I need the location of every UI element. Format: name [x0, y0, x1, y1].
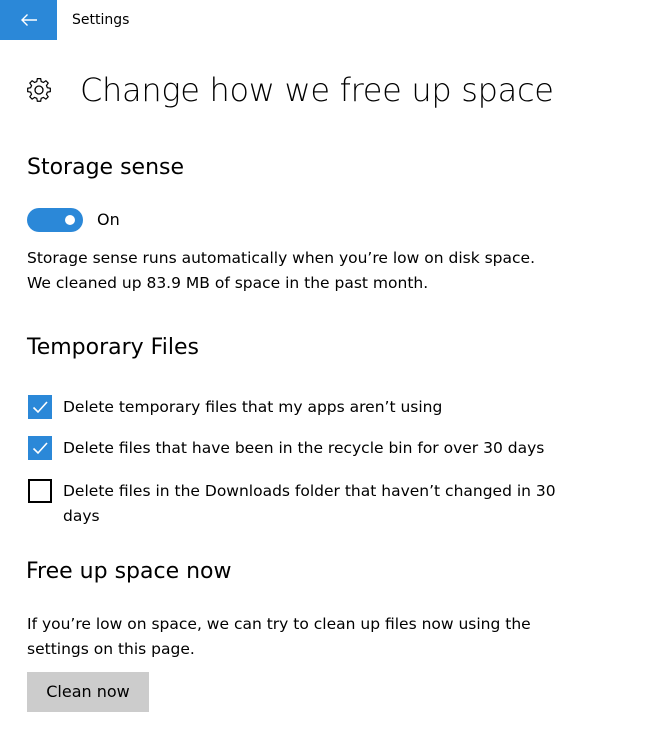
storage-sense-heading: Storage sense — [27, 155, 185, 180]
option-label: Delete files that have been in the recyc… — [63, 439, 545, 457]
option-delete-downloads[interactable]: Delete files in the Downloads folder tha… — [28, 479, 593, 529]
checkbox-unchecked[interactable] — [28, 479, 52, 503]
back-button[interactable] — [0, 0, 57, 40]
storage-sense-toggle[interactable] — [27, 208, 83, 232]
toggle-state-label: On — [97, 210, 120, 229]
free-up-description-line: If you’re low on space, we can try to cl… — [27, 615, 531, 633]
option-delete-temp-files[interactable]: Delete temporary files that my apps aren… — [28, 395, 603, 420]
checkbox-checked[interactable] — [28, 395, 52, 419]
temporary-files-heading: Temporary Files — [27, 335, 199, 360]
storage-sense-description: Storage sense runs automatically when yo… — [27, 246, 627, 296]
storage-sense-description-line: Storage sense runs automatically when yo… — [27, 249, 536, 267]
checkmark-icon — [32, 442, 48, 455]
cleaned-up-summary: We cleaned up 83.9 MB of space in the pa… — [27, 274, 429, 292]
option-label: Delete files in the Downloads folder tha… — [63, 482, 556, 525]
gear-icon — [26, 77, 52, 103]
page-title: Change how we free up space — [80, 71, 554, 109]
title-bar: Settings — [0, 0, 656, 40]
checkmark-icon — [32, 401, 48, 414]
settings-page: Settings Change how we free up space Sto… — [0, 0, 656, 734]
free-up-space-description: If you’re low on space, we can try to cl… — [27, 612, 627, 662]
free-up-space-heading: Free up space now — [26, 559, 232, 584]
storage-sense-toggle-row: On — [27, 208, 120, 232]
clean-now-button[interactable]: Clean now — [27, 672, 149, 712]
window-title: Settings — [72, 12, 130, 28]
toggle-knob — [65, 215, 75, 225]
option-label: Delete temporary files that my apps aren… — [63, 398, 443, 416]
page-header: Change how we free up space — [26, 68, 554, 112]
free-up-description-line: settings on this page. — [27, 640, 195, 658]
option-delete-recycle-bin[interactable]: Delete files that have been in the recyc… — [28, 436, 603, 461]
checkbox-checked[interactable] — [28, 436, 52, 460]
arrow-left-icon — [20, 13, 38, 27]
